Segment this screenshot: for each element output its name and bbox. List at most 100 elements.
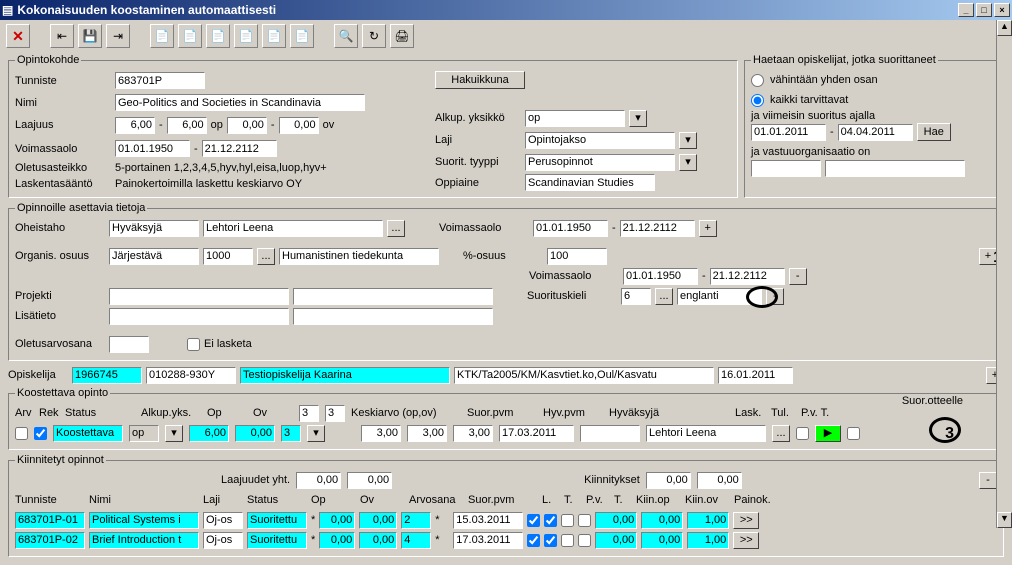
maximize-button[interactable]: □	[976, 3, 992, 17]
row-pvm[interactable]	[453, 532, 523, 549]
row-ov[interactable]	[359, 512, 397, 529]
row-l[interactable]	[527, 514, 540, 527]
oheistaho-role[interactable]	[109, 220, 199, 237]
oheistaho-browse[interactable]: ...	[387, 220, 405, 237]
asettavia-v3[interactable]	[623, 268, 698, 285]
row-pvm[interactable]	[453, 512, 523, 529]
row-arv[interactable]	[401, 512, 431, 529]
status-input[interactable]	[53, 425, 123, 442]
hyvpvm-input[interactable]	[580, 425, 640, 442]
scroll-up[interactable]: ▲	[997, 20, 1012, 36]
ka5[interactable]	[453, 425, 493, 442]
org-role[interactable]	[109, 248, 199, 265]
voimassa-b[interactable]	[202, 140, 277, 157]
lisatieto-input[interactable]	[109, 308, 289, 325]
pvt-check[interactable]	[847, 427, 860, 440]
ka3[interactable]	[361, 425, 401, 442]
doc2-button[interactable]: 📄	[178, 24, 202, 48]
radio-vahintaan[interactable]	[751, 74, 764, 87]
row-kop[interactable]	[595, 532, 637, 549]
laajuus-a[interactable]	[115, 117, 155, 134]
laajuus-c[interactable]	[227, 117, 267, 134]
laajuus-b[interactable]	[167, 117, 207, 134]
row-go[interactable]: >>	[733, 532, 759, 549]
kiin-minus[interactable]: -	[979, 472, 997, 489]
nimi-input[interactable]	[115, 94, 365, 111]
row-t[interactable]	[544, 534, 557, 547]
row-arv[interactable]	[401, 532, 431, 549]
org-code[interactable]	[203, 248, 253, 265]
delete-button[interactable]: ✕	[6, 24, 30, 48]
alkup-sel[interactable]	[129, 425, 159, 442]
ka-box2[interactable]	[325, 405, 345, 422]
eilasketa-check[interactable]	[187, 338, 200, 351]
org-name[interactable]	[279, 248, 439, 265]
row-laji[interactable]	[203, 512, 243, 529]
ky2[interactable]	[697, 472, 742, 489]
scroll-down[interactable]: ▼	[997, 512, 1012, 528]
row-op[interactable]	[319, 512, 355, 529]
oheistaho-name[interactable]	[203, 220, 383, 237]
row-kov[interactable]	[641, 532, 683, 549]
arv-check[interactable]	[15, 427, 28, 440]
row-t2[interactable]	[578, 534, 591, 547]
oppiaine-input[interactable]	[525, 174, 655, 191]
oletusarvo-input[interactable]	[109, 336, 149, 353]
row-kop[interactable]	[595, 512, 637, 529]
nav-last-button[interactable]: ⇥	[106, 24, 130, 48]
op-input[interactable]	[189, 425, 229, 442]
row-t2[interactable]	[578, 514, 591, 527]
opiskelija-name[interactable]	[240, 367, 450, 384]
arvo-code[interactable]	[281, 425, 301, 442]
ka4[interactable]	[407, 425, 447, 442]
row-pv[interactable]	[561, 534, 574, 547]
vastuu-name[interactable]	[825, 160, 965, 177]
vastuu-code[interactable]	[751, 160, 821, 177]
hyvaksyja-browse[interactable]: ...	[772, 425, 790, 442]
print-button[interactable]: 🖨	[390, 24, 414, 48]
org-browse[interactable]: ...	[257, 248, 275, 265]
ky1[interactable]	[646, 472, 691, 489]
refresh-button[interactable]: ↻	[362, 24, 386, 48]
row-laji[interactable]	[203, 532, 243, 549]
suorpvm-input[interactable]	[499, 425, 574, 442]
doc5-button[interactable]: 📄	[262, 24, 286, 48]
row-op[interactable]	[319, 532, 355, 549]
ov-input[interactable]	[235, 425, 275, 442]
nav-first-button[interactable]: ⇤	[50, 24, 74, 48]
asettavia-plus1[interactable]: +	[699, 220, 717, 237]
row-nimi[interactable]	[89, 532, 199, 549]
suorit-input[interactable]	[525, 154, 675, 171]
lisatieto-text[interactable]	[293, 308, 493, 325]
row-pv[interactable]	[561, 514, 574, 527]
haetaan-d1[interactable]	[751, 124, 826, 141]
projekti-name[interactable]	[293, 288, 493, 305]
ly2[interactable]	[347, 472, 392, 489]
projekti-input[interactable]	[109, 288, 289, 305]
suorit-dd[interactable]: ▾	[679, 154, 697, 171]
search-button[interactable]: 🔍	[334, 24, 358, 48]
row-t[interactable]	[544, 514, 557, 527]
suorkieli-name[interactable]	[677, 288, 762, 305]
row-tunniste[interactable]	[15, 512, 85, 529]
vertical-scrollbar[interactable]: ▲ ▼	[996, 20, 1012, 528]
alkup-input[interactable]	[525, 110, 625, 127]
row-tunniste[interactable]	[15, 532, 85, 549]
laajuus-d[interactable]	[279, 117, 319, 134]
ly1[interactable]	[296, 472, 341, 489]
asettavia-v2[interactable]	[620, 220, 695, 237]
row-pk[interactable]	[687, 532, 729, 549]
suorkieli-browse[interactable]: ...	[655, 288, 673, 305]
laji-dd[interactable]: ▾	[679, 132, 697, 149]
row-nimi[interactable]	[89, 512, 199, 529]
save-button[interactable]: 💾	[78, 24, 102, 48]
row-ov[interactable]	[359, 532, 397, 549]
opiskelija-ssn[interactable]	[146, 367, 236, 384]
rek-check[interactable]	[34, 427, 47, 440]
asettavia-v4[interactable]	[710, 268, 785, 285]
doc3-button[interactable]: 📄	[206, 24, 230, 48]
opiskelija-id[interactable]	[72, 367, 142, 384]
laji-input[interactable]	[525, 132, 675, 149]
asettavia-minus1[interactable]: -	[789, 268, 807, 285]
row-status[interactable]	[247, 512, 307, 529]
